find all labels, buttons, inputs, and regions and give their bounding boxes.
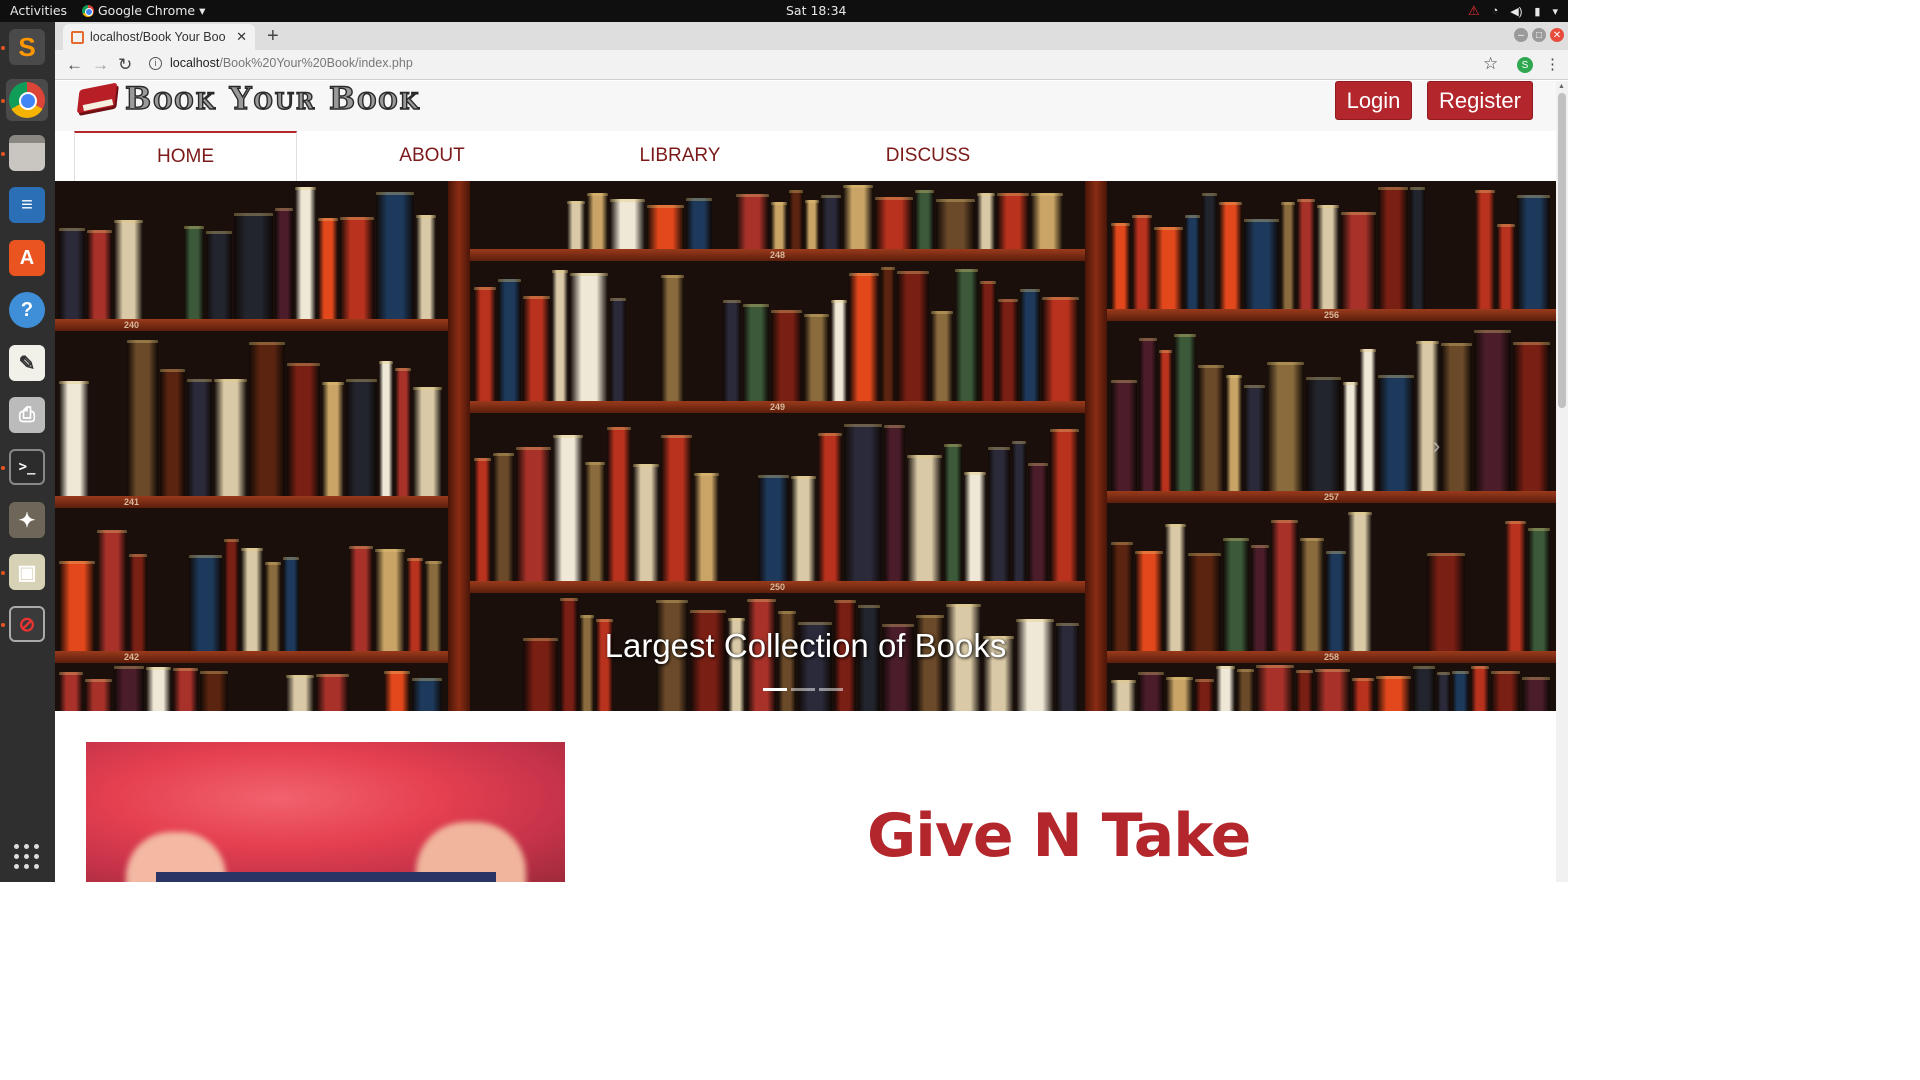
- running-indicator: [1, 46, 5, 50]
- shelf-number-label: 241: [123, 497, 140, 507]
- help-icon: ?: [9, 292, 45, 328]
- browser-tab[interactable]: localhost/Book Your Boo ✕: [63, 24, 255, 50]
- url-path: /Book%20Your%20Book/index.php: [219, 56, 413, 70]
- activities-button[interactable]: Activities: [10, 3, 67, 18]
- text-editor-icon: ✎: [9, 345, 45, 381]
- software-store-icon: A: [9, 240, 45, 276]
- chevron-down-icon[interactable]: ▾: [1552, 5, 1558, 18]
- dock-files[interactable]: [6, 132, 48, 174]
- minimize-icon[interactable]: –: [1514, 28, 1528, 42]
- chrome-icon: [9, 82, 45, 118]
- volume-icon[interactable]: ◀): [1510, 5, 1522, 18]
- site-logo-text: Book Your Book: [124, 81, 421, 117]
- shelf-number-label: 248: [769, 250, 786, 260]
- tab-title: localhost/Book Your Boo: [90, 30, 226, 44]
- dock-printer[interactable]: ⎙: [6, 394, 48, 436]
- running-indicator: [1, 623, 5, 627]
- show-applications-icon[interactable]: [14, 844, 40, 870]
- dock-terminal[interactable]: >_: [6, 446, 48, 488]
- app-menu-label: Google Chrome: [98, 3, 196, 18]
- dock: S ≡ A ? ✎ ⎙ >_ ✦ ▣ ⊘: [0, 22, 55, 882]
- chevron-down-icon: ▾: [199, 3, 206, 18]
- shelf-number-label: 257: [1323, 492, 1340, 502]
- carousel-indicator[interactable]: [819, 688, 843, 691]
- browser-toolbar: ← → ↻ i localhost/Book%20Your%20Book/ind…: [55, 50, 1568, 80]
- window-controls: – □ ✕: [1514, 28, 1564, 42]
- system-tray[interactable]: ⚠ ◔ ◀) ▮ ▾: [1468, 2, 1558, 20]
- shelf-number-label: 240: [123, 320, 140, 330]
- dock-gimp[interactable]: ✦: [6, 499, 48, 541]
- scrollbar-thumb[interactable]: [1558, 93, 1566, 408]
- close-tab-icon[interactable]: ✕: [236, 29, 247, 45]
- site-info-icon[interactable]: i: [149, 56, 162, 70]
- site-favicon-icon: [71, 30, 84, 44]
- nav-tab-about[interactable]: ABOUT: [342, 131, 522, 181]
- site-logo[interactable]: Book Your Book: [75, 81, 421, 117]
- dock-google-chrome[interactable]: [6, 79, 48, 121]
- image-viewer-icon: ▣: [9, 554, 45, 590]
- system-top-bar: Activities Google Chrome ▾ Sat 18:34 ⚠ ◔…: [0, 0, 1568, 22]
- blocked-icon: ⊘: [9, 606, 45, 642]
- chrome-icon: [82, 4, 94, 17]
- browser-tab-strip: localhost/Book Your Boo ✕ + – □ ✕: [55, 22, 1568, 50]
- promo-image: [86, 742, 565, 882]
- reload-icon[interactable]: ↻: [118, 55, 132, 75]
- section-heading: Give N Take: [867, 801, 1251, 871]
- files-icon: [9, 135, 45, 171]
- login-button[interactable]: Login: [1335, 81, 1412, 120]
- register-button[interactable]: Register: [1427, 81, 1533, 120]
- battery-icon[interactable]: ▮: [1534, 5, 1540, 18]
- new-tab-icon[interactable]: +: [267, 25, 279, 48]
- sublime-text-icon: S: [9, 29, 45, 65]
- page-scrollbar[interactable]: ▲: [1556, 81, 1568, 882]
- dock-image-viewer[interactable]: ▣: [6, 551, 48, 593]
- address-bar[interactable]: i localhost/Book%20Your%20Book/index.php: [149, 56, 413, 70]
- shelf-number-label: 250: [769, 582, 786, 592]
- document-icon: ≡: [9, 187, 45, 223]
- bookmark-star-icon[interactable]: ☆: [1483, 54, 1498, 74]
- app-menu[interactable]: Google Chrome ▾: [82, 3, 205, 18]
- page-viewport: Book Your Book Login Register HOME ABOUT…: [55, 81, 1556, 882]
- dock-blocked-app[interactable]: ⊘: [6, 603, 48, 645]
- shelf-number-label: 249: [769, 402, 786, 412]
- shelf-number-label: 256: [1323, 310, 1340, 320]
- dock-software[interactable]: A: [6, 237, 48, 279]
- carousel-indicator[interactable]: [791, 688, 815, 691]
- wifi-icon[interactable]: ◔: [1492, 5, 1499, 17]
- maximize-icon[interactable]: □: [1532, 28, 1546, 42]
- warning-icon[interactable]: ⚠: [1468, 3, 1480, 19]
- back-arrow-icon[interactable]: ←: [66, 55, 83, 75]
- main-nav: HOME ABOUT LIBRARY DISCUSS: [74, 131, 1556, 181]
- dock-writer[interactable]: ≡: [6, 184, 48, 226]
- profile-avatar[interactable]: S: [1517, 57, 1533, 73]
- running-indicator: [1, 152, 5, 156]
- forward-arrow-icon[interactable]: →: [92, 55, 109, 75]
- carousel-caption: Largest Collection of Books: [604, 627, 1007, 664]
- printer-icon: ⎙: [9, 397, 45, 433]
- gimp-icon: ✦: [9, 502, 45, 538]
- url-host: localhost: [170, 56, 220, 70]
- dock-sublime-text[interactable]: S: [6, 26, 48, 68]
- nav-tab-discuss[interactable]: DISCUSS: [838, 131, 1018, 181]
- running-indicator: [1, 466, 5, 470]
- running-indicator: [1, 571, 5, 575]
- running-indicator: [1, 99, 5, 103]
- kebab-menu-icon[interactable]: ⋮: [1545, 55, 1560, 73]
- dock-help[interactable]: ?: [6, 289, 48, 331]
- dock-text-editor[interactable]: ✎: [6, 342, 48, 384]
- hero-carousel[interactable]: 240 241 242 248 249 250 256 257 258 Largest Coll…: [55, 181, 1556, 711]
- carousel-indicators: [763, 688, 843, 691]
- terminal-icon: >_: [9, 449, 45, 485]
- carousel-indicator[interactable]: [763, 688, 787, 691]
- close-window-icon[interactable]: ✕: [1550, 28, 1564, 42]
- carousel-next-icon[interactable]: ›: [1433, 433, 1440, 459]
- nav-tab-library[interactable]: LIBRARY: [590, 131, 770, 181]
- scroll-up-icon[interactable]: ▲: [1558, 83, 1565, 90]
- nav-tab-home[interactable]: HOME: [74, 131, 297, 181]
- site-header: Book Your Book Login Register: [55, 81, 1556, 131]
- clock[interactable]: Sat 18:34: [786, 3, 847, 18]
- book-logo-icon: [75, 82, 119, 116]
